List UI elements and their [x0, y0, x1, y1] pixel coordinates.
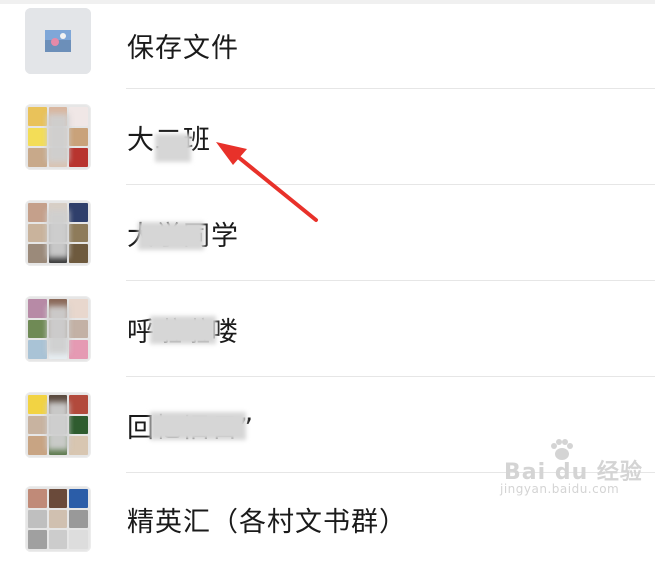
- watermark-url: jingyan.baidu.com: [500, 482, 620, 496]
- red-arrow-annotation: [216, 142, 318, 222]
- baidu-jingyan-watermark: Bai du 经验 jingyan.baidu.com: [498, 439, 648, 500]
